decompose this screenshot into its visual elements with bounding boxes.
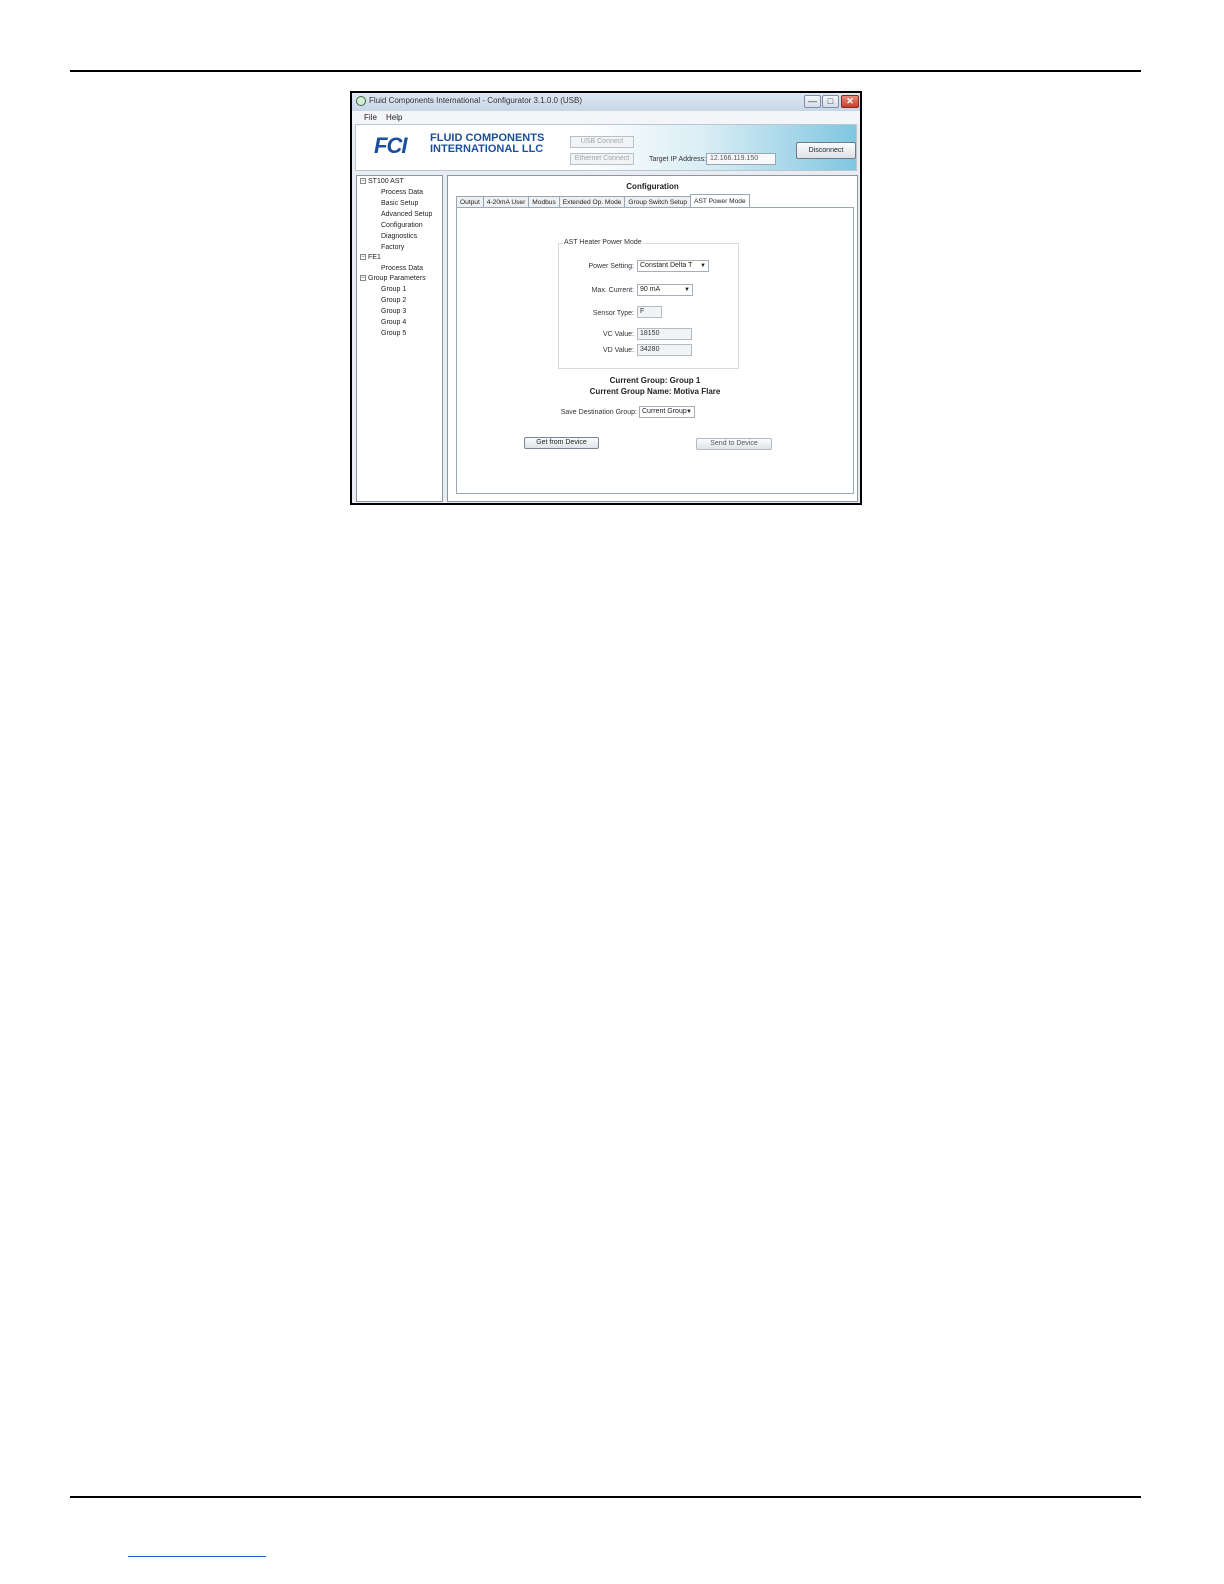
sensor-type-field[interactable]: F bbox=[637, 306, 662, 318]
vc-value-label: VC Value: bbox=[603, 331, 634, 338]
max-current-label: Max. Current: bbox=[591, 287, 634, 294]
tree-item-factory[interactable]: Factory bbox=[381, 244, 404, 251]
tree-node-label: ST100 AST bbox=[368, 178, 404, 185]
power-setting-value: Constant Delta T bbox=[640, 262, 693, 269]
tree-item-group-5[interactable]: Group 5 bbox=[381, 330, 406, 337]
collapse-icon[interactable]: − bbox=[360, 178, 366, 185]
device-tree: − ST100 AST Process Data Basic Setup Adva… bbox=[356, 175, 443, 502]
tree-item-group-3[interactable]: Group 3 bbox=[381, 308, 406, 315]
tree-node-group-parameters[interactable]: − Group Parameters bbox=[360, 275, 426, 282]
max-current-value: 90 mA bbox=[640, 286, 661, 293]
usb-connect-button[interactable]: USB Connect bbox=[570, 136, 634, 148]
title-bar: Fluid Components International - Configu… bbox=[352, 93, 860, 112]
tab-content: AST Heater Power Mode Power Setting: Con… bbox=[456, 207, 854, 494]
target-ip-label: Target IP Address: bbox=[649, 156, 707, 163]
tab-extended-op-mode[interactable]: Extended Op. Mode bbox=[558, 196, 626, 207]
current-group-name-text: Current Group Name: Motiva Flare bbox=[589, 387, 721, 396]
maximize-button[interactable]: □ bbox=[822, 95, 839, 108]
ast-heater-power-mode-group: AST Heater Power Mode Power Setting: Con… bbox=[558, 239, 739, 369]
save-destination-value: Current Group bbox=[642, 408, 687, 415]
save-destination-select[interactable]: Current Group ▼ bbox=[639, 406, 695, 418]
header-banner: FCI FLUID COMPONENTS INTERNATIONAL LLC U… bbox=[355, 124, 857, 171]
app-icon bbox=[356, 96, 366, 106]
app-window: Fluid Components International - Configu… bbox=[350, 91, 862, 505]
menu-bar: File Help bbox=[352, 111, 860, 124]
tree-node-fe1[interactable]: − FE1 bbox=[360, 254, 381, 261]
max-current-select[interactable]: 90 mA ▼ bbox=[637, 284, 693, 296]
tree-item-advanced-setup[interactable]: Advanced Setup bbox=[381, 211, 432, 218]
tab-4-20ma-user[interactable]: 4-20mA User bbox=[482, 196, 530, 207]
vd-value-field[interactable]: 34280 bbox=[637, 344, 692, 356]
fci-logo: FCI bbox=[374, 133, 407, 158]
tree-node-label: Group Parameters bbox=[368, 275, 426, 282]
tab-group-switch-setup[interactable]: Group Switch Setup bbox=[624, 196, 692, 207]
tree-item-process-data[interactable]: Process Data bbox=[381, 189, 423, 196]
tab-output[interactable]: Output bbox=[456, 196, 484, 207]
minimize-button[interactable]: — bbox=[804, 95, 821, 108]
menu-file[interactable]: File bbox=[364, 113, 377, 122]
dropdown-arrow-icon: ▼ bbox=[700, 263, 706, 269]
tree-node-label: FE1 bbox=[368, 254, 381, 261]
top-rule bbox=[70, 70, 1141, 72]
current-group-text: Current Group: Group 1 bbox=[609, 376, 701, 385]
tree-item-configuration[interactable]: Configuration bbox=[381, 222, 423, 229]
tree-item-fe1-process-data[interactable]: Process Data bbox=[381, 265, 423, 272]
dropdown-arrow-icon: ▼ bbox=[684, 287, 690, 293]
tab-strip: Output 4-20mA User Modbus Extended Op. M… bbox=[456, 194, 750, 207]
tab-ast-power-mode[interactable]: AST Power Mode bbox=[690, 194, 750, 207]
page-title: Configuration bbox=[626, 182, 679, 191]
group-box-label: AST Heater Power Mode bbox=[563, 239, 643, 246]
disconnect-button[interactable]: Disconnect bbox=[796, 142, 856, 159]
target-ip-input[interactable]: 12.166.119.150 bbox=[706, 153, 776, 165]
dropdown-arrow-icon: ▼ bbox=[686, 409, 692, 415]
tree-item-group-4[interactable]: Group 4 bbox=[381, 319, 406, 326]
logo-line-2: INTERNATIONAL LLC bbox=[430, 143, 544, 155]
main-panel: Configuration Output 4-20mA User Modbus … bbox=[447, 175, 858, 502]
vc-value-field[interactable]: 18150 bbox=[637, 328, 692, 340]
get-from-device-button[interactable]: Get from Device bbox=[524, 437, 599, 449]
tab-modbus[interactable]: Modbus bbox=[528, 196, 560, 207]
sensor-type-label: Sensor Type: bbox=[592, 310, 634, 317]
save-destination-label: Save Destination Group: bbox=[560, 409, 637, 416]
collapse-icon[interactable]: − bbox=[360, 275, 366, 282]
tree-item-diagnostics[interactable]: Diagnostics bbox=[381, 233, 417, 240]
ethernet-connect-button[interactable]: Ethernet Connect bbox=[570, 153, 634, 165]
power-setting-select[interactable]: Constant Delta T ▼ bbox=[637, 260, 709, 272]
power-setting-label: Power Setting: bbox=[588, 263, 634, 270]
tree-node-st100[interactable]: − ST100 AST bbox=[360, 178, 404, 185]
send-to-device-button[interactable]: Send to Device bbox=[696, 438, 772, 450]
close-button[interactable]: ✕ bbox=[841, 95, 859, 108]
tree-item-group-1[interactable]: Group 1 bbox=[381, 286, 406, 293]
menu-help[interactable]: Help bbox=[386, 113, 402, 122]
bottom-rule bbox=[70, 1496, 1141, 1498]
tree-item-basic-setup[interactable]: Basic Setup bbox=[381, 200, 418, 207]
tree-item-group-2[interactable]: Group 2 bbox=[381, 297, 406, 304]
window-title: Fluid Components International - Configu… bbox=[369, 96, 582, 105]
footer-link-underline[interactable] bbox=[128, 1556, 266, 1557]
collapse-icon[interactable]: − bbox=[360, 254, 366, 261]
vd-value-label: VD Value: bbox=[603, 347, 634, 354]
